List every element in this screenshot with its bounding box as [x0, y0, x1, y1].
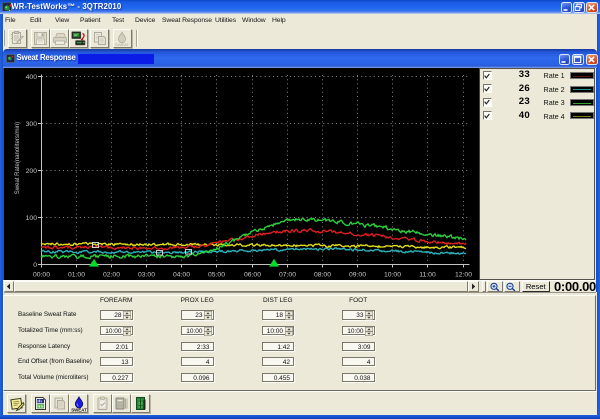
svg-text:00:00: 00:00 [33, 272, 50, 279]
svg-text:01:00: 01:00 [68, 272, 85, 279]
svg-text:04:00: 04:00 [173, 272, 190, 279]
svg-text:08:00: 08:00 [314, 272, 331, 279]
svg-text:SWEAT: SWEAT [115, 42, 129, 47]
svg-text:SWEAT: SWEAT [71, 407, 87, 412]
svg-text:06:00: 06:00 [244, 272, 261, 279]
svg-text:07:00: 07:00 [279, 272, 296, 279]
svg-text:10:00: 10:00 [384, 272, 401, 279]
svg-text:100: 100 [26, 215, 38, 222]
svg-text:400: 400 [26, 74, 38, 81]
svg-text:12:00: 12:00 [455, 272, 472, 279]
svg-text:05:00: 05:00 [208, 272, 225, 279]
svg-text:Sweat Rate(nanoliters/min): Sweat Rate(nanoliters/min) [15, 122, 21, 194]
svg-text:0: 0 [33, 262, 37, 269]
svg-text:11:00: 11:00 [419, 272, 436, 279]
svg-text:03:00: 03:00 [138, 272, 155, 279]
svg-text:200: 200 [26, 168, 38, 175]
svg-text:02:00: 02:00 [103, 272, 120, 279]
svg-text:300: 300 [26, 121, 38, 128]
svg-text:09:00: 09:00 [349, 272, 366, 279]
